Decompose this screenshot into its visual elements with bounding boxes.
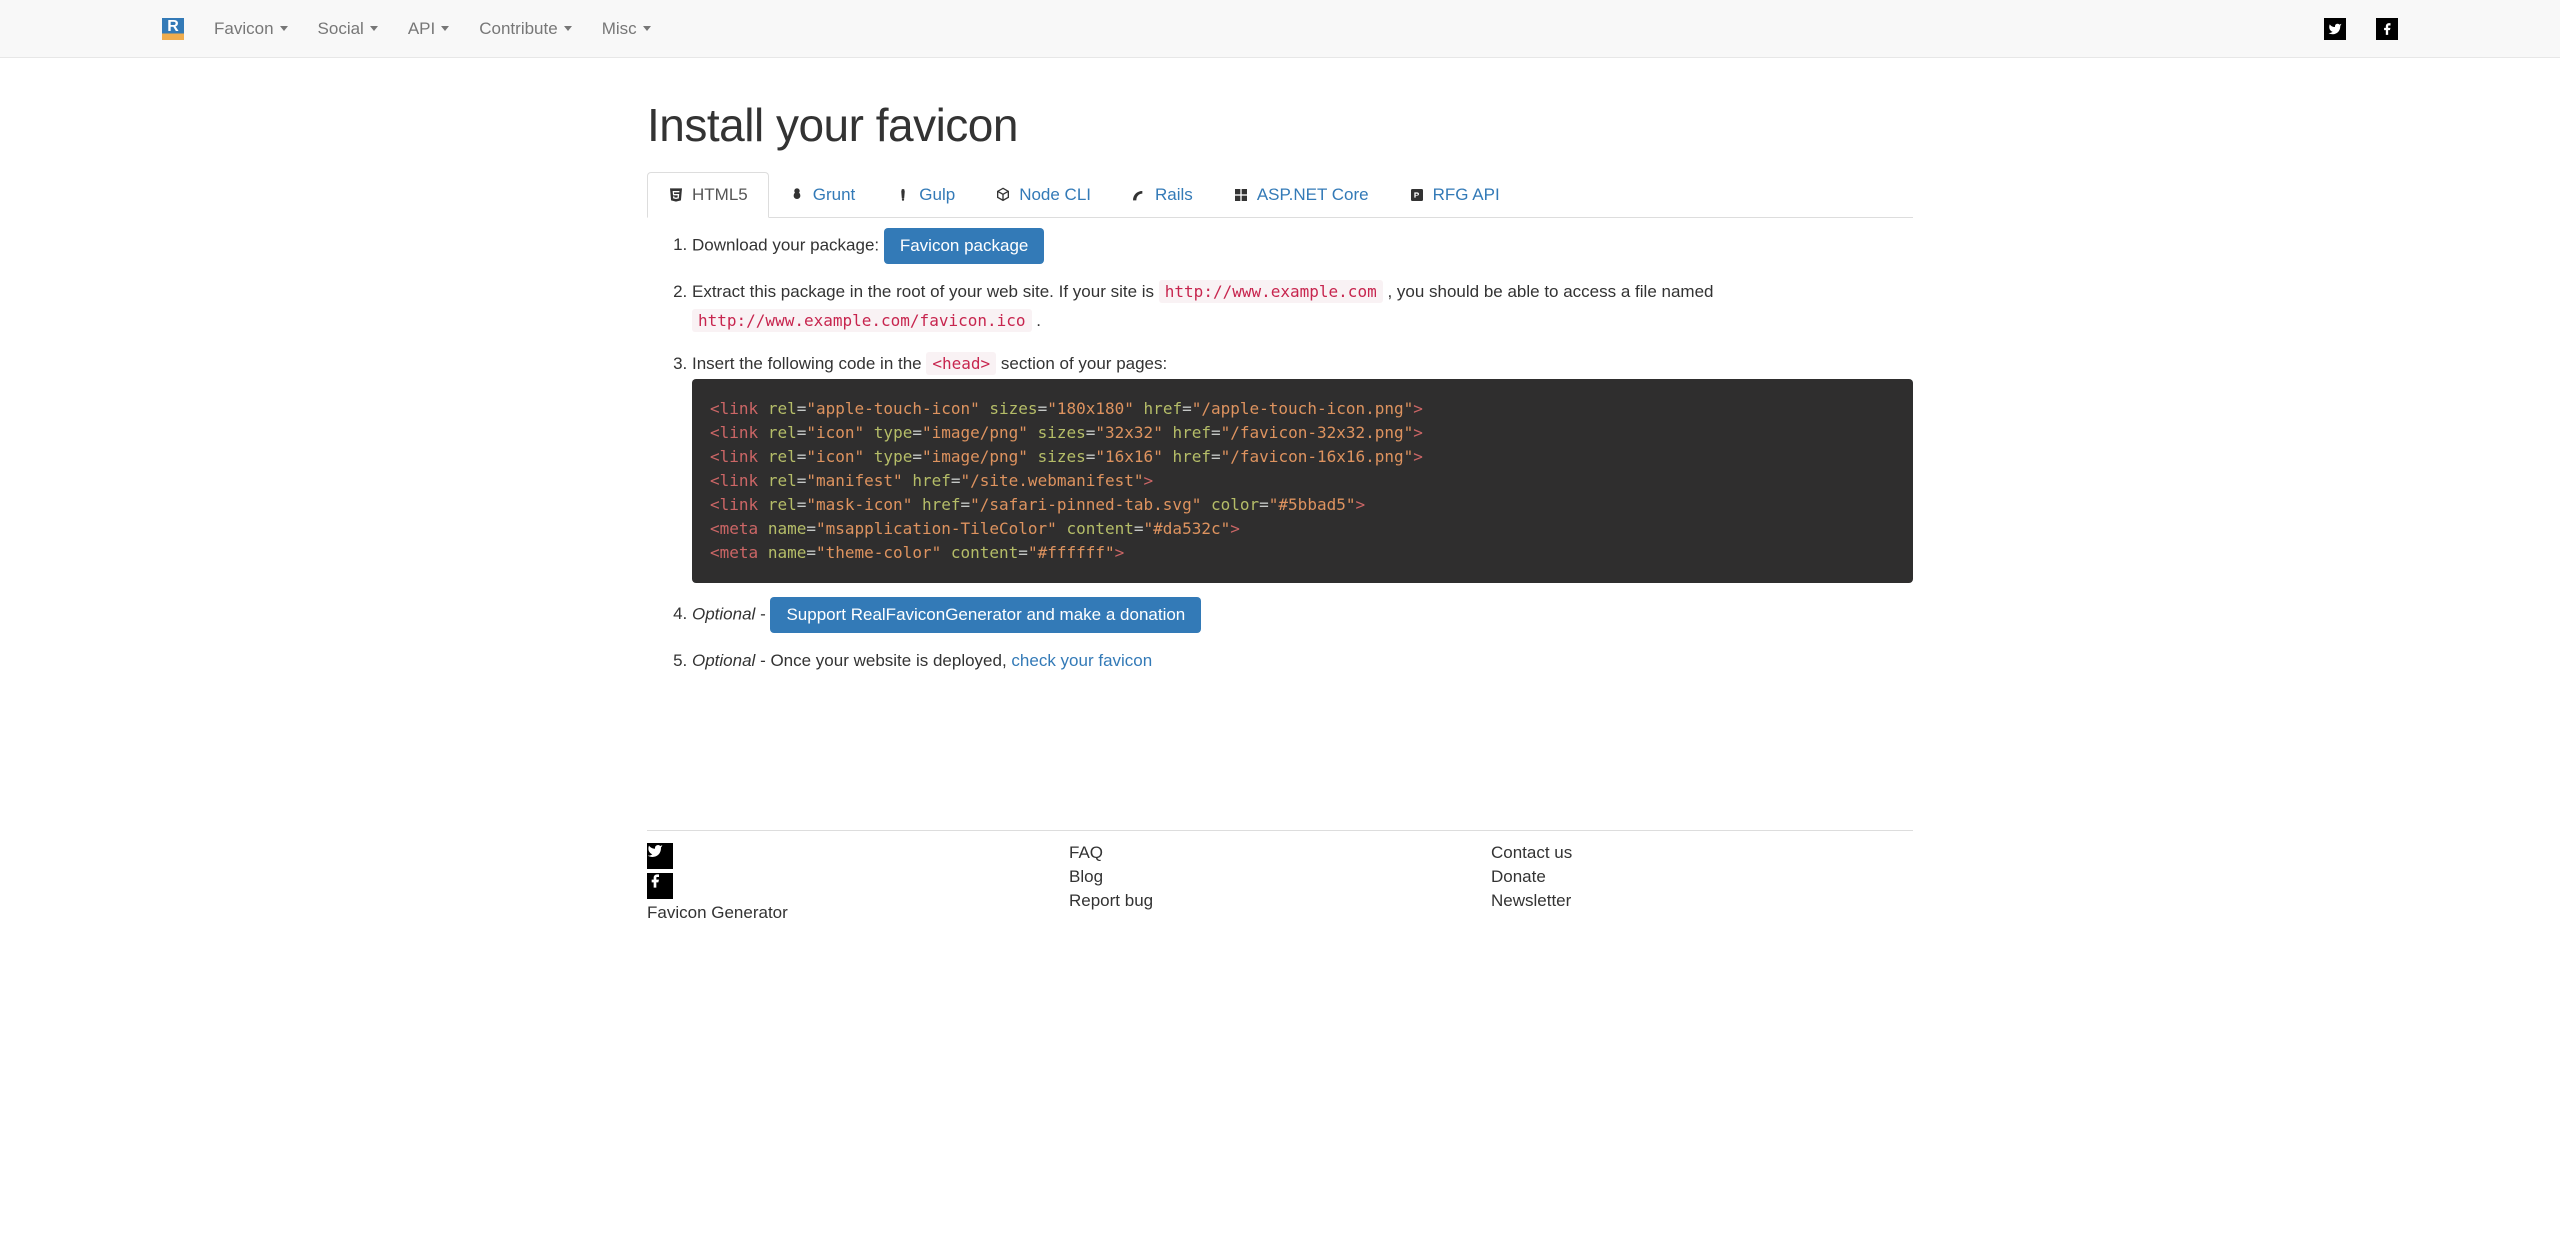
footer: Favicon Generator FAQ Blog Report bug Cont… — [647, 830, 1913, 927]
code-snippet[interactable]: <link rel="apple-touch-icon" sizes="180x… — [692, 379, 1913, 583]
tab-content: Download your package: Favicon package E… — [647, 218, 1913, 730]
tab-gulp[interactable]: Gulp — [875, 172, 975, 217]
nav-item-social[interactable]: Social — [318, 19, 378, 39]
donate-button[interactable]: Support RealFaviconGenerator and make a … — [770, 597, 1201, 633]
footer-col-3: Contact us Donate Newsletter — [1491, 843, 1913, 927]
nav-item-api[interactable]: API — [408, 19, 449, 39]
page-title: Install your favicon — [647, 98, 1913, 152]
tab-asp-net-core[interactable]: ASP.NET Core — [1213, 172, 1389, 217]
twitter-icon[interactable] — [2324, 18, 2346, 40]
tabs: HTML5 Grunt Gulp Node CLI Rails ASP.NET Core R… — [647, 172, 1913, 218]
node-icon — [995, 187, 1011, 203]
step-2-text-a: Extract this package in the root of your… — [692, 282, 1159, 301]
footer-link[interactable]: Report bug — [1069, 891, 1491, 911]
tab-label: ASP.NET Core — [1257, 185, 1369, 205]
html5-icon — [668, 187, 684, 203]
step-3-code: <head> — [926, 352, 996, 375]
footer-link[interactable]: Contact us — [1491, 843, 1913, 863]
step-2: Extract this package in the root of your… — [692, 278, 1913, 336]
tab-label: Rails — [1155, 185, 1193, 205]
facebook-icon[interactable] — [647, 873, 673, 899]
footer-link[interactable]: Blog — [1069, 867, 1491, 887]
step-2-code-1: http://www.example.com — [1159, 280, 1383, 303]
footer-link[interactable]: FAQ — [1069, 843, 1491, 863]
site-logo[interactable]: R — [162, 18, 184, 40]
step-2-text-c: . — [1036, 311, 1041, 330]
step-1-text: Download your package: — [692, 235, 884, 254]
step-3-text-b: section of your pages: — [1001, 354, 1167, 373]
tab-label: Grunt — [813, 185, 856, 205]
nav-item-favicon[interactable]: Favicon — [214, 19, 288, 39]
grunt-icon — [789, 187, 805, 203]
tab-label: HTML5 — [692, 185, 748, 205]
footer-col-1: Favicon Generator — [647, 843, 1069, 927]
caret-icon — [370, 26, 378, 31]
caret-icon — [441, 26, 449, 31]
check-favicon-link[interactable]: check your favicon — [1011, 651, 1152, 670]
tab-label: Gulp — [919, 185, 955, 205]
step-1: Download your package: Favicon package — [692, 228, 1913, 264]
main-nav: Favicon Social API Contribute Misc — [214, 19, 2324, 39]
footer-social — [647, 843, 1069, 899]
step-4-dash: - — [760, 604, 770, 623]
caret-icon — [643, 26, 651, 31]
top-navbar: R Favicon Social API Contribute Misc — [0, 0, 2560, 58]
step-2-code-2: http://www.example.com/favicon.ico — [692, 309, 1032, 332]
favicon-package-button[interactable]: Favicon package — [884, 228, 1045, 264]
step-5: Optional - Once your website is deployed… — [692, 647, 1913, 676]
step-2-text-b: , you should be able to access a file na… — [1387, 282, 1713, 301]
tab-grunt[interactable]: Grunt — [769, 172, 876, 217]
caret-icon — [564, 26, 572, 31]
step-4: Optional - Support RealFaviconGenerator … — [692, 597, 1913, 633]
tab-label: RFG API — [1433, 185, 1500, 205]
tab-rails[interactable]: Rails — [1111, 172, 1213, 217]
footer-link[interactable]: Donate — [1491, 867, 1913, 887]
footer-link[interactable]: Favicon Generator — [647, 903, 1069, 923]
caret-icon — [280, 26, 288, 31]
rails-icon — [1131, 187, 1147, 203]
social-links-top — [2324, 18, 2398, 40]
tab-label: Node CLI — [1019, 185, 1091, 205]
aspnet-icon — [1233, 187, 1249, 203]
footer-col-2: FAQ Blog Report bug — [1069, 843, 1491, 927]
twitter-icon[interactable] — [647, 843, 673, 869]
rfg-icon — [1409, 187, 1425, 203]
nav-item-misc[interactable]: Misc — [602, 19, 651, 39]
nav-item-contribute[interactable]: Contribute — [479, 19, 571, 39]
footer-link[interactable]: Newsletter — [1491, 891, 1913, 911]
facebook-icon[interactable] — [2376, 18, 2398, 40]
step-3-text-a: Insert the following code in the — [692, 354, 926, 373]
step-4-optional: Optional — [692, 604, 755, 623]
tab-node-cli[interactable]: Node CLI — [975, 172, 1111, 217]
tab-rfg-api[interactable]: RFG API — [1389, 172, 1520, 217]
tab-html5[interactable]: HTML5 — [647, 172, 769, 218]
step-5-optional: Optional — [692, 651, 755, 670]
gulp-icon — [895, 187, 911, 203]
step-5-text: - Once your website is deployed, — [760, 651, 1011, 670]
step-3: Insert the following code in the <head> … — [692, 350, 1913, 583]
